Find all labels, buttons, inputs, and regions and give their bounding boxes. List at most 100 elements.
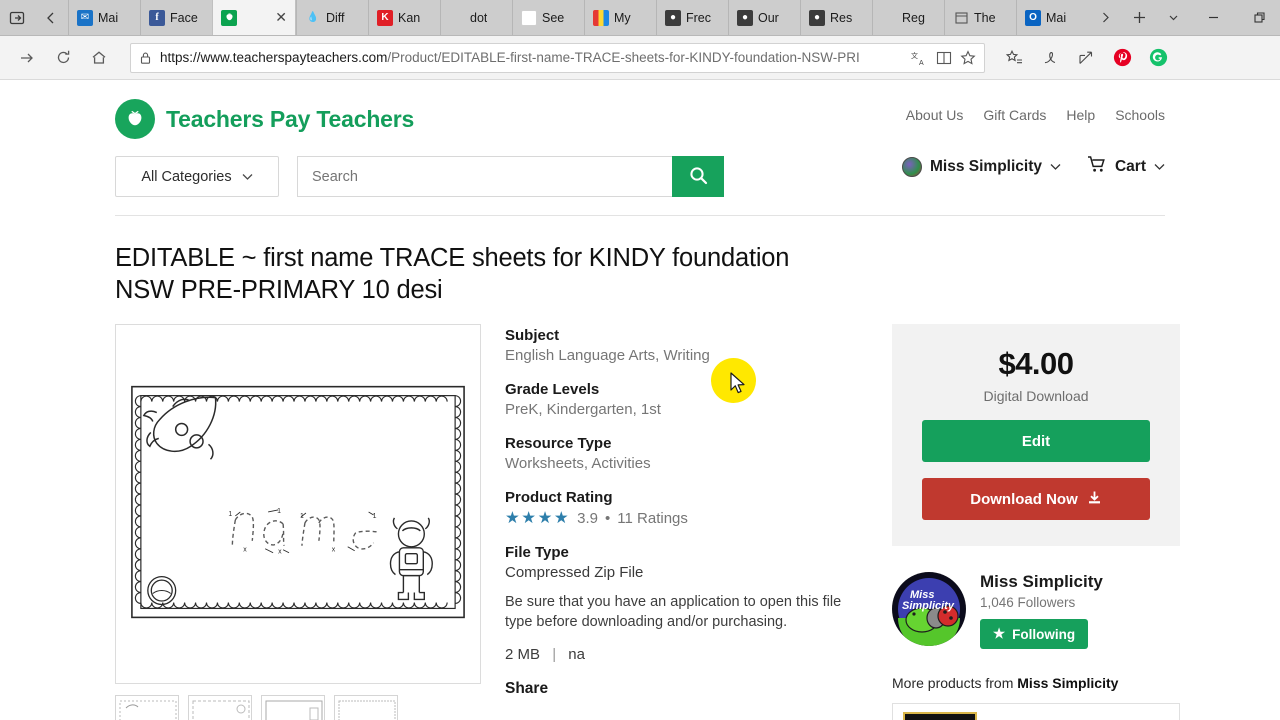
detail-value-file-type: Compressed Zip File <box>505 564 644 581</box>
restore-icon[interactable] <box>1236 0 1280 35</box>
thumbnail-strip: name name name name <box>115 695 498 720</box>
download-now-button[interactable]: Download Now <box>922 478 1150 520</box>
page-content: Teachers Pay Teachers About Us Gift Card… <box>0 81 1280 720</box>
detail-value-resource-type: Worksheets, Activities <box>505 455 651 472</box>
price-subtitle: Digital Download <box>983 388 1089 404</box>
svg-text:Simplicity: Simplicity <box>902 600 955 612</box>
thumbnail-0[interactable]: name <box>115 695 179 720</box>
header-nav-links: About Us Gift Cards Help Schools <box>906 107 1165 123</box>
share-label: Share <box>505 680 549 697</box>
account-row: Miss Simplicity Cart <box>902 155 1165 178</box>
pinterest-icon[interactable] <box>1111 47 1133 69</box>
browser-tab-0[interactable]: ✉ Mai <box>68 0 140 35</box>
search-button[interactable] <box>672 156 724 197</box>
more-products-seller[interactable]: Miss Simplicity <box>1017 675 1118 691</box>
product-preview-image[interactable]: 11 11 xx x <box>115 324 481 684</box>
page-title: EDITABLE ~ first name TRACE sheets for K… <box>115 244 790 304</box>
search-icon <box>689 166 708 188</box>
browser-tab-5[interactable]: dot <box>440 0 512 35</box>
tab-label: Face <box>170 10 198 25</box>
browser-tab-8[interactable]: ● Frec <box>656 0 728 35</box>
translate-icon[interactable]: 文A <box>911 50 928 66</box>
browser-tab-9[interactable]: ● Our <box>728 0 800 35</box>
brand-name: Teachers Pay Teachers <box>166 105 415 132</box>
mouse-cursor <box>730 372 745 394</box>
address-bar[interactable]: https://www.teacherspayteachers.com/Prod… <box>130 42 985 73</box>
category-dropdown[interactable]: All Categories <box>115 156 279 197</box>
kahoot-icon: K <box>377 9 393 26</box>
chevron-down-icon <box>242 169 253 185</box>
edit-button[interactable]: Edit <box>922 420 1150 462</box>
category-dropdown-label: All Categories <box>141 168 232 185</box>
browser-tab-active-tpt[interactable]: ✕ <box>212 0 296 35</box>
nav-link-schools[interactable]: Schools <box>1115 107 1165 123</box>
nav-link-help[interactable]: Help <box>1066 107 1095 123</box>
browser-tab-13[interactable]: O Mai <box>1016 0 1088 35</box>
droplet-icon: 💧 <box>306 11 320 23</box>
collections-icon[interactable] <box>1003 47 1025 69</box>
dark-circle-icon: ● <box>737 9 753 26</box>
search-input[interactable] <box>297 156 672 197</box>
account-menu[interactable]: Miss Simplicity <box>902 156 1061 177</box>
blank-icon <box>881 10 897 26</box>
browser-tab-10[interactable]: ● Res <box>800 0 872 35</box>
thumbnail-1[interactable]: name <box>188 695 252 720</box>
browser-tab-6[interactable]: ✉ See <box>512 0 584 35</box>
tab-label: The <box>974 10 996 25</box>
nav-link-gift-cards[interactable]: Gift Cards <box>983 107 1046 123</box>
plus-icon[interactable] <box>1122 0 1156 35</box>
tab-label: Mai <box>98 10 119 25</box>
rating-value: 3.9 <box>577 510 599 527</box>
cart-label: Cart <box>1114 157 1146 175</box>
file-type-note: Be sure that you have an application to … <box>505 594 842 630</box>
following-button[interactable]: ★ Following <box>980 619 1089 649</box>
page-count: na <box>568 646 585 663</box>
browser-tab-7[interactable]: My <box>584 0 656 35</box>
chevron-right-icon[interactable] <box>1088 0 1122 35</box>
apple-logo-icon <box>115 99 155 139</box>
svg-text:1: 1 <box>228 511 232 518</box>
forward-arrow-icon[interactable] <box>10 43 44 73</box>
tab-back-icon[interactable] <box>34 0 68 35</box>
colorbar-icon <box>593 9 609 26</box>
minimize-icon[interactable] <box>1190 0 1236 35</box>
mail-icon: ✉ <box>77 9 93 26</box>
browser-tab-1[interactable]: f Face <box>140 0 212 35</box>
rating-count[interactable]: 11 Ratings <box>617 510 688 527</box>
seller-name[interactable]: Miss Simplicity <box>980 572 1103 592</box>
dark-circle-icon: ● <box>809 9 825 26</box>
pen-icon[interactable] <box>1039 47 1061 69</box>
svg-text:1: 1 <box>277 508 281 515</box>
tab-label: See <box>542 10 565 25</box>
lock-icon <box>139 51 152 65</box>
browser-tab-11[interactable]: Reg <box>872 0 944 35</box>
reading-view-icon[interactable] <box>936 51 952 65</box>
seller-avatar[interactable]: Miss Simplicity <box>892 572 966 646</box>
rating-row: ★★★★ 3.9 • 11 Ratings <box>505 510 870 527</box>
browser-tab-strip: ✉ Mai f Face ✕ 💧 Diff K Kan dot ✉ See My… <box>0 0 1280 36</box>
detail-label-resource-type: Resource Type <box>505 435 612 452</box>
outlook-icon: O <box>1025 9 1041 26</box>
product-details: Subject English Language Arts, Writing G… <box>498 324 870 720</box>
reload-icon[interactable] <box>46 43 80 73</box>
detail-label-subject: Subject <box>505 327 560 344</box>
share-icon[interactable] <box>1075 47 1097 69</box>
browser-tab-3[interactable]: 💧 Diff <box>296 0 368 35</box>
related-product-card[interactable]: Calendar Display watercolor theme Today … <box>892 703 1180 720</box>
home-icon[interactable] <box>82 43 116 73</box>
star-icon[interactable] <box>960 49 976 66</box>
chevron-down-icon[interactable] <box>1156 0 1190 35</box>
tab-label: Kan <box>398 10 421 25</box>
nav-link-about-us[interactable]: About Us <box>906 107 964 123</box>
thumbnail-2[interactable]: name <box>261 695 325 720</box>
thumbnail-3[interactable]: name <box>334 695 398 720</box>
account-name: Miss Simplicity <box>930 157 1042 175</box>
tab-label: Diff <box>326 10 345 25</box>
more-products-prefix: More products from <box>892 675 1014 691</box>
browser-tab-12[interactable]: The <box>944 0 1016 35</box>
browser-tab-4[interactable]: K Kan <box>368 0 440 35</box>
close-icon[interactable]: ✕ <box>275 9 287 26</box>
grammarly-icon[interactable] <box>1147 47 1169 69</box>
cart-menu[interactable]: Cart <box>1087 155 1165 178</box>
tab-actions-icon[interactable] <box>0 0 34 35</box>
